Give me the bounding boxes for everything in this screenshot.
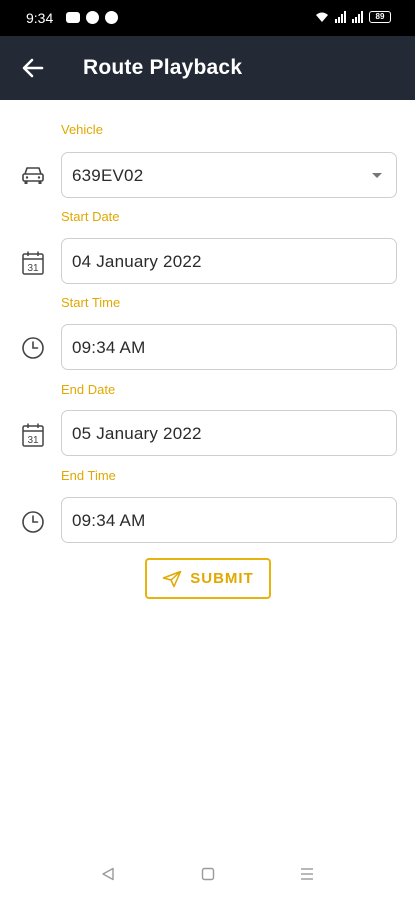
- app-bar: Route Playback: [0, 36, 415, 100]
- messenger-icon: [86, 11, 99, 24]
- nav-recents-button[interactable]: [297, 864, 317, 884]
- end-date-label: End Date: [61, 382, 116, 397]
- vehicle-label: Vehicle: [61, 122, 103, 137]
- clock-icon: [20, 335, 46, 361]
- end-date-value: 05 January 2022: [72, 424, 202, 443]
- start-date-field[interactable]: 04 January 2022: [61, 238, 397, 284]
- system-icons: 89: [315, 11, 391, 23]
- submit-button[interactable]: SUBMIT: [145, 558, 271, 599]
- end-time-label: End Time: [61, 468, 116, 483]
- calendar-icon: 31: [20, 250, 46, 276]
- start-time-field[interactable]: 09:34 AM: [61, 324, 397, 370]
- wifi-icon: [316, 12, 328, 22]
- back-button[interactable]: [18, 53, 48, 83]
- end-date-field[interactable]: 05 January 2022: [61, 410, 397, 456]
- clock-icon-end: [20, 509, 46, 535]
- submit-label: SUBMIT: [190, 570, 254, 587]
- system-nav-bar: [0, 850, 415, 900]
- nav-home-button[interactable]: [198, 864, 218, 884]
- battery-icon: 89: [369, 11, 391, 23]
- nav-back-button[interactable]: [98, 864, 118, 884]
- start-time-label: Start Time: [61, 295, 121, 310]
- vehicle-select[interactable]: 639EV02: [61, 152, 397, 198]
- send-icon: [163, 570, 182, 587]
- svg-text:31: 31: [27, 263, 39, 274]
- start-date-label: Start Date: [61, 209, 120, 224]
- status-time: 9:34: [26, 10, 54, 26]
- vehicle-value: 639EV02: [72, 166, 144, 185]
- signal-icon-2: [352, 11, 363, 23]
- arrow-left-icon: [22, 58, 44, 78]
- svg-text:31: 31: [27, 435, 39, 446]
- notification-icons: [66, 11, 118, 24]
- end-time-field[interactable]: 09:34 AM: [61, 497, 397, 543]
- end-time-value: 09:34 AM: [72, 511, 146, 530]
- youtube-icon: [66, 12, 80, 23]
- car-icon: [20, 162, 46, 188]
- signal-icon: [335, 11, 346, 23]
- page-title: Route Playback: [83, 56, 243, 79]
- status-bar: 9:34 89: [0, 0, 415, 36]
- square-home-icon: [201, 867, 215, 881]
- menu-lines-icon: [301, 868, 313, 880]
- app-notification-icon: [105, 11, 118, 24]
- calendar-icon-end: 31: [20, 422, 46, 448]
- chevron-down-icon: [372, 173, 382, 178]
- start-date-value: 04 January 2022: [72, 252, 202, 271]
- start-time-value: 09:34 AM: [72, 338, 146, 357]
- triangle-back-icon: [102, 867, 114, 881]
